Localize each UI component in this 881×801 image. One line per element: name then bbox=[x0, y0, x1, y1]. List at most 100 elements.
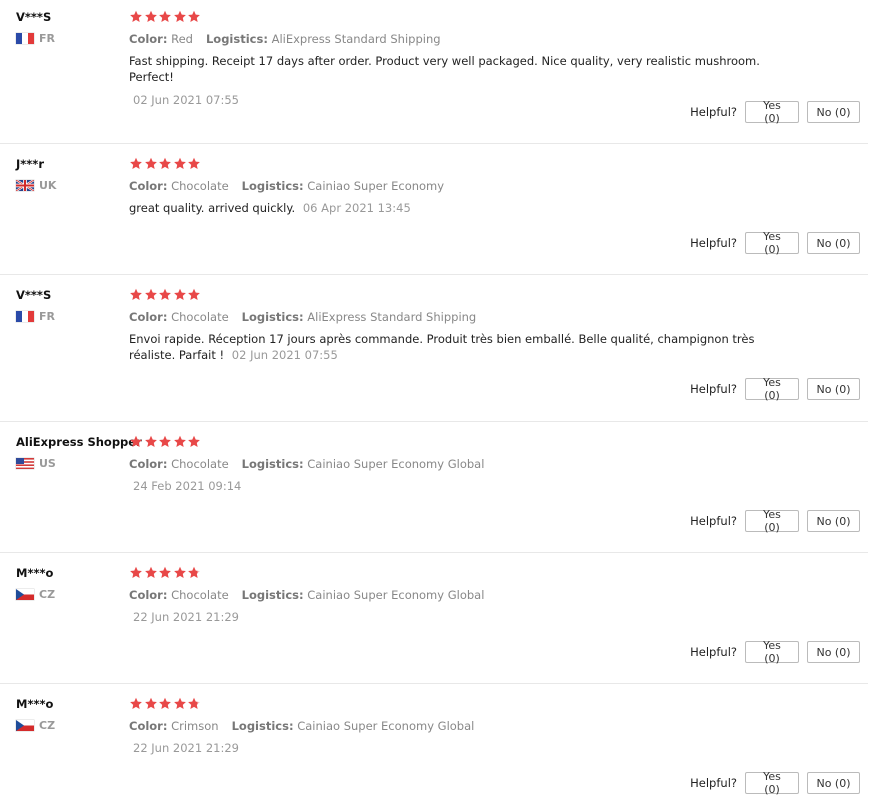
review-user: M***o CZ bbox=[16, 564, 128, 601]
review-body: Fast shipping. Receipt 17 days after ord… bbox=[129, 54, 760, 84]
star-icon bbox=[173, 288, 187, 302]
country-code: FR bbox=[39, 309, 55, 323]
star-icon bbox=[144, 288, 158, 302]
color-value: Crimson bbox=[171, 719, 219, 733]
star-icon bbox=[187, 288, 201, 302]
star-rating bbox=[129, 566, 809, 580]
review-text: great quality. arrived quickly. 06 Apr 2… bbox=[129, 200, 769, 216]
helpful-no-button[interactable]: No (0) bbox=[807, 641, 860, 663]
review-meta: Color: Chocolate Logistics: Cainiao Super… bbox=[129, 588, 809, 602]
helpful-no-button[interactable]: No (0) bbox=[807, 772, 860, 794]
logistics-label: Logistics: bbox=[231, 719, 294, 733]
star-icon bbox=[158, 157, 172, 171]
star-icon bbox=[187, 435, 201, 449]
star-icon bbox=[144, 435, 158, 449]
helpful-no-button[interactable]: No (0) bbox=[807, 378, 860, 400]
logistics-value: Cainiao Super Economy Global bbox=[307, 588, 485, 602]
review-date: 22 Jun 2021 21:29 bbox=[133, 610, 239, 624]
review-user: AliExpress Shopper US bbox=[16, 433, 142, 470]
helpful-section: Helpful? Yes (0) No (0) bbox=[690, 639, 860, 665]
reviewer-name: V***S bbox=[16, 288, 52, 302]
reviewer-name: V***S bbox=[16, 10, 52, 24]
reviewer-name: M***o bbox=[16, 566, 54, 580]
star-icon bbox=[187, 157, 201, 171]
helpful-no-button[interactable]: No (0) bbox=[807, 232, 860, 254]
france-flag-icon bbox=[16, 32, 34, 44]
review-text: 22 Jun 2021 21:29 bbox=[129, 609, 769, 625]
review-content: Color: Chocolate Logistics: Cainiao Super… bbox=[129, 157, 809, 216]
review-meta: Color: Crimson Logistics: Cainiao Super E… bbox=[129, 719, 809, 733]
color-value: Chocolate bbox=[171, 588, 229, 602]
country-code: US bbox=[39, 456, 56, 470]
star-icon bbox=[158, 435, 172, 449]
review-date: 06 Apr 2021 13:45 bbox=[302, 201, 411, 215]
review-meta: Color: Red Logistics: AliExpress Standard… bbox=[129, 32, 809, 46]
review-content: Color: Chocolate Logistics: Cainiao Super… bbox=[129, 566, 809, 625]
helpful-yes-button[interactable]: Yes (0) bbox=[745, 376, 799, 402]
review-user: V***S FR bbox=[16, 286, 128, 323]
star-icon bbox=[187, 566, 201, 580]
star-icon bbox=[129, 435, 143, 449]
star-icon bbox=[173, 157, 187, 171]
logistics-value: Cainiao Super Economy Global bbox=[297, 719, 475, 733]
review-content: Color: Red Logistics: AliExpress Standard… bbox=[129, 10, 809, 108]
helpful-no-button[interactable]: No (0) bbox=[807, 101, 860, 123]
review-meta: Color: Chocolate Logistics: Cainiao Super… bbox=[129, 457, 809, 471]
star-icon bbox=[129, 157, 143, 171]
helpful-yes-button[interactable]: Yes (0) bbox=[745, 770, 799, 796]
czech-flag-icon bbox=[16, 588, 34, 600]
review-meta: Color: Chocolate Logistics: AliExpress St… bbox=[129, 310, 809, 324]
color-label: Color: bbox=[129, 32, 168, 46]
star-rating bbox=[129, 157, 809, 171]
us-flag-icon bbox=[16, 457, 34, 469]
review-date: 24 Feb 2021 09:14 bbox=[133, 479, 242, 493]
star-icon bbox=[158, 10, 172, 24]
review-item: J***r UK Color: Chocolate Logistics: Cain… bbox=[0, 147, 868, 275]
helpful-yes-button[interactable]: Yes (0) bbox=[745, 99, 799, 125]
review-content: Color: Chocolate Logistics: Cainiao Super… bbox=[129, 435, 809, 494]
star-icon bbox=[158, 288, 172, 302]
reviewer-name: J***r bbox=[16, 157, 44, 171]
helpful-label: Helpful? bbox=[690, 105, 737, 119]
reviewer-name: M***o bbox=[16, 697, 54, 711]
helpful-no-button[interactable]: No (0) bbox=[807, 510, 860, 532]
star-icon bbox=[187, 697, 201, 711]
helpful-section: Helpful? Yes (0) No (0) bbox=[690, 508, 860, 534]
logistics-label: Logistics: bbox=[241, 588, 304, 602]
helpful-yes-button[interactable]: Yes (0) bbox=[745, 508, 799, 534]
france-flag-icon bbox=[16, 310, 34, 322]
review-content: Color: Chocolate Logistics: AliExpress St… bbox=[129, 288, 809, 363]
logistics-label: Logistics: bbox=[241, 310, 304, 324]
reviews-list: V***S FR Color: Red Logistics: AliExpress… bbox=[0, 0, 881, 801]
country-code: UK bbox=[39, 178, 57, 192]
helpful-section: Helpful? Yes (0) No (0) bbox=[690, 99, 860, 125]
helpful-label: Helpful? bbox=[690, 645, 737, 659]
review-date: 22 Jun 2021 21:29 bbox=[133, 741, 239, 755]
helpful-yes-button[interactable]: Yes (0) bbox=[745, 639, 799, 665]
country-code: CZ bbox=[39, 718, 56, 732]
star-icon bbox=[129, 288, 143, 302]
color-label: Color: bbox=[129, 179, 168, 193]
review-user: M***o CZ bbox=[16, 695, 128, 732]
star-icon bbox=[129, 697, 143, 711]
review-text: Envoi rapide. Réception 17 jours après c… bbox=[129, 331, 769, 363]
reviewer-country: CZ bbox=[16, 587, 128, 601]
review-item: V***S FR Color: Red Logistics: AliExpress… bbox=[0, 0, 868, 144]
star-rating bbox=[129, 288, 809, 302]
reviewer-name: AliExpress Shopper bbox=[16, 435, 142, 449]
star-icon bbox=[173, 697, 187, 711]
helpful-section: Helpful? Yes (0) No (0) bbox=[690, 770, 860, 796]
helpful-section: Helpful? Yes (0) No (0) bbox=[690, 376, 860, 402]
star-icon bbox=[173, 435, 187, 449]
color-value: Chocolate bbox=[171, 179, 229, 193]
helpful-yes-button[interactable]: Yes (0) bbox=[745, 230, 799, 256]
star-icon bbox=[129, 10, 143, 24]
review-item: M***o CZ Color: Chocolate Logistics: Cain… bbox=[0, 556, 868, 684]
star-icon bbox=[144, 697, 158, 711]
czech-flag-icon bbox=[16, 719, 34, 731]
uk-flag-icon bbox=[16, 179, 34, 191]
star-rating bbox=[129, 697, 809, 711]
review-text: 22 Jun 2021 21:29 bbox=[129, 740, 769, 756]
review-date: 02 Jun 2021 07:55 bbox=[133, 93, 239, 107]
color-value: Chocolate bbox=[171, 457, 229, 471]
